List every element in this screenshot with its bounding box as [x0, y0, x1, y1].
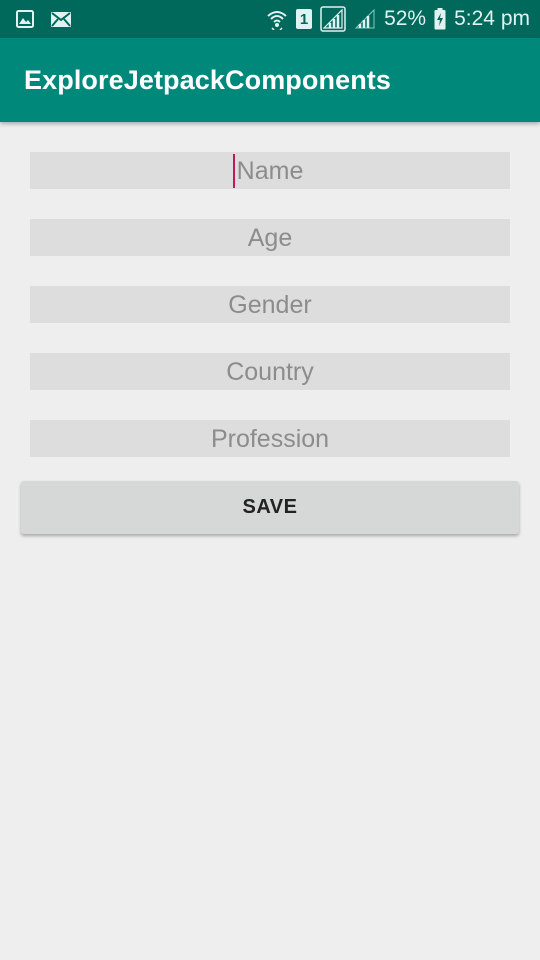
profession-input[interactable]: [30, 420, 510, 457]
app-bar: ExploreJetpackComponents: [0, 38, 540, 122]
gender-field-container: [30, 286, 510, 323]
age-input[interactable]: [30, 219, 510, 256]
country-input[interactable]: [30, 353, 510, 390]
text-cursor: [233, 154, 235, 188]
age-field-container: [30, 219, 510, 256]
system-icons: 1 52% 5:24 pm: [266, 6, 530, 32]
status-bar: 1 52% 5:24 pm: [0, 0, 540, 38]
profession-field-container: [30, 420, 510, 457]
wifi-icon: [266, 8, 288, 30]
gender-input[interactable]: [30, 286, 510, 323]
battery-percentage: 52%: [384, 7, 427, 30]
save-button[interactable]: SAVE: [21, 481, 519, 534]
signal-icon: [320, 6, 346, 32]
app-title: ExploreJetpackComponents: [24, 64, 391, 95]
gallery-icon: [16, 10, 34, 28]
name-input[interactable]: [30, 152, 510, 189]
mail-icon: [50, 11, 72, 28]
battery-charging-icon: [434, 8, 446, 30]
signal-icon: [354, 8, 376, 30]
notification-icons: [16, 10, 72, 28]
sim-icon: 1: [296, 9, 313, 29]
clock: 5:24 pm: [454, 7, 530, 30]
country-field-container: [30, 353, 510, 390]
name-field-container: [30, 152, 510, 189]
